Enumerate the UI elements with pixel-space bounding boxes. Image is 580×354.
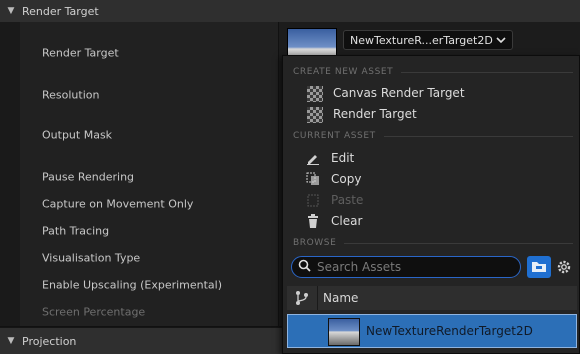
- search-assets-input[interactable]: [315, 259, 509, 275]
- search-assets-box[interactable]: [291, 256, 521, 278]
- asset-thumbnail: [328, 318, 360, 346]
- menu-heading-label: CURRENT ASSET: [293, 131, 376, 141]
- menu-item-render-target[interactable]: Render Target: [305, 104, 565, 124]
- property-label: Capture on Movement Only: [42, 197, 194, 210]
- chevron-down-icon: [496, 35, 506, 46]
- menu-heading-current: CURRENT ASSET: [293, 131, 573, 141]
- property-label: Render Target: [42, 46, 119, 60]
- source-control-icon[interactable]: [295, 290, 309, 309]
- menu-heading-browse: BROWSE: [293, 238, 573, 248]
- collapse-caret-icon[interactable]: ▼: [0, 6, 22, 16]
- menu-item-label: Edit: [331, 151, 355, 165]
- gear-icon: [557, 260, 571, 274]
- column-header-name[interactable]: Name: [323, 291, 358, 305]
- paste-icon: [305, 192, 321, 208]
- menu-heading-create: CREATE NEW ASSET: [293, 67, 573, 77]
- menu-item-canvas-render-target[interactable]: Canvas Render Target: [305, 83, 565, 103]
- menu-item-label: Clear: [331, 214, 363, 228]
- pencil-icon: [305, 150, 321, 166]
- menu-item-label: Paste: [331, 193, 364, 207]
- property-label: Screen Percentage: [42, 305, 146, 319]
- property-label: Enable Upscaling (Experimental): [42, 278, 223, 291]
- menu-item-label: Canvas Render Target: [333, 86, 465, 100]
- menu-item-paste[interactable]: Paste: [305, 190, 565, 210]
- section-title: Render Target: [22, 4, 99, 18]
- trash-icon: [305, 213, 321, 229]
- copy-icon: [305, 171, 321, 187]
- asset-picker-combo[interactable]: NewTextureR...erTarget2D: [343, 30, 513, 50]
- menu-item-edit[interactable]: Edit: [305, 148, 565, 168]
- section-title: Projection: [22, 334, 77, 348]
- menu-heading-label: BROWSE: [293, 238, 337, 248]
- render-target-icon: [307, 85, 323, 102]
- property-label: Resolution: [42, 88, 100, 102]
- property-label: Path Tracing: [42, 224, 110, 237]
- menu-item-label: Copy: [331, 172, 362, 186]
- asset-list-header: Name: [287, 286, 577, 310]
- search-icon: [298, 259, 311, 275]
- collapse-caret-icon[interactable]: ▼: [0, 336, 22, 346]
- menu-item-copy[interactable]: Copy: [305, 169, 565, 189]
- section-header-render-target[interactable]: ▼ Render Target: [0, 0, 580, 22]
- property-label: Pause Rendering: [42, 170, 135, 184]
- asset-picker-menu: CREATE NEW ASSET Canvas Render Target Re…: [282, 55, 580, 354]
- menu-heading-label: CREATE NEW ASSET: [293, 67, 394, 77]
- asset-combo-value: NewTextureR...erTarget2D: [350, 33, 493, 47]
- property-label: Visualisation Type: [42, 251, 141, 264]
- menu-item-clear[interactable]: Clear: [305, 211, 565, 231]
- asset-name: NewTextureRenderTarget2D: [366, 324, 533, 338]
- settings-gear-button[interactable]: [555, 258, 573, 276]
- browse-folder-button[interactable]: [527, 256, 551, 278]
- render-target-icon: [307, 106, 323, 123]
- property-label: Output Mask: [42, 128, 113, 142]
- menu-item-label: Render Target: [333, 107, 417, 121]
- folder-icon: [532, 262, 546, 272]
- asset-list-item[interactable]: NewTextureRenderTarget2D: [287, 314, 577, 348]
